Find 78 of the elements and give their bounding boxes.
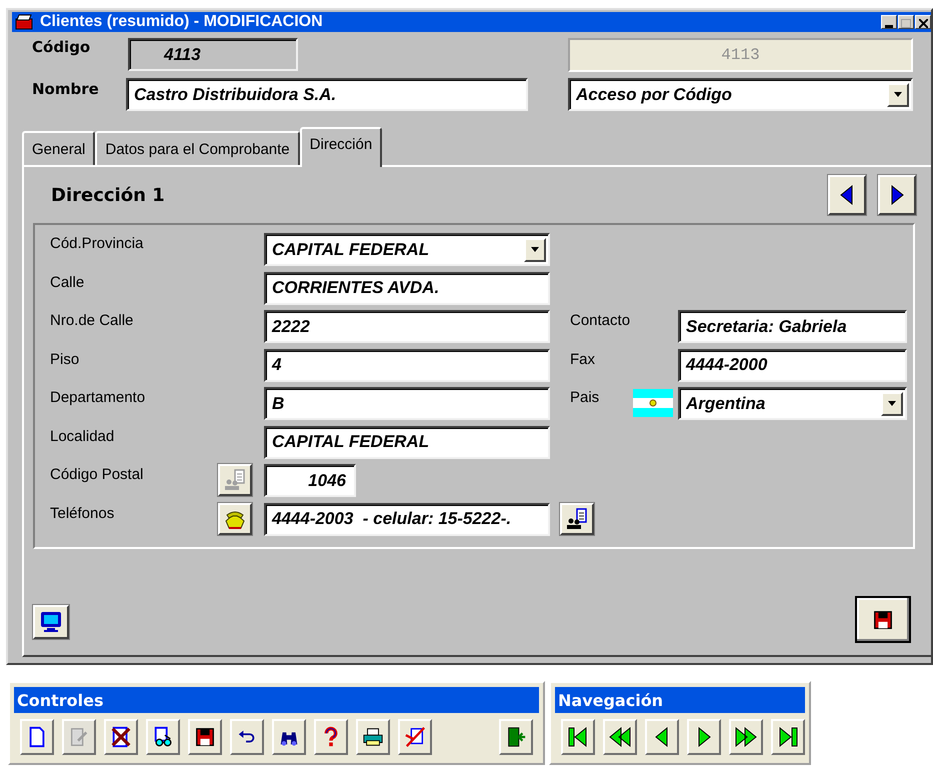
minimize-icon [885,25,893,28]
toolbar-button[interactable] [272,719,306,755]
cross-icon [110,726,132,748]
tab[interactable]: Datos para el Comprobante [95,131,300,165]
toolbar-button[interactable] [687,719,721,755]
people-document-icon [223,468,247,492]
previous-button[interactable] [828,175,866,215]
caret-icon [531,247,539,252]
double-right-arrow-icon [734,725,758,749]
field-label: Pais [570,388,600,408]
document-glasses-icon [152,726,174,748]
input-field[interactable]: 4444-2000 [678,348,907,382]
toolbar-button[interactable] [561,719,595,755]
input-field[interactable]: CORRIENTES AVDA. [264,272,550,304]
field-label: Código Postal [50,465,144,485]
field-label: Fax [570,350,596,370]
toolbar-button[interactable] [499,719,533,755]
input-field[interactable]: CAPITAL FEDERAL [264,426,550,458]
toolbar-button[interactable] [729,719,763,755]
toolbar-button[interactable] [398,719,432,755]
close-icon [918,19,928,28]
input-field[interactable]: B [264,387,550,420]
toolbar-button[interactable] [104,719,138,755]
caret-icon [888,401,896,406]
toolbar-button[interactable] [146,719,180,755]
field-label: Código [32,38,92,56]
field-label: Contacto [570,311,632,331]
pencil-document-icon [68,726,90,748]
field-label: Cód.Provincia [50,234,144,254]
caret-icon [894,92,902,97]
field-label: Teléfonos [50,504,116,524]
monitor-button[interactable] [33,605,69,639]
toolbar-button[interactable] [20,719,54,755]
lookup-button[interactable] [218,502,252,534]
input-field[interactable]: 4113 [128,38,298,71]
toolbar-title: Navegación [555,687,805,713]
lookup-button[interactable] [560,502,594,534]
crossed-document-icon [404,726,426,748]
next-button[interactable] [878,175,916,215]
dropdown-button[interactable] [881,392,903,416]
section-title: Dirección 1 [50,184,166,206]
dropdown[interactable]: Acceso por Código [568,78,913,111]
save-button[interactable] [855,596,911,643]
field-label: Piso [50,350,80,370]
input-field[interactable]: Castro Distribuidora S.A. [126,78,528,111]
double-left-arrow-icon [608,725,632,749]
dropdown-button[interactable] [524,238,546,262]
toolbar-button[interactable] [356,719,390,755]
field-label: Localidad [50,426,116,446]
toolbar-button[interactable] [230,719,264,755]
tab[interactable]: Dirección [300,127,382,167]
monitor-icon [39,610,63,634]
field-label: Departamento [50,388,146,408]
toolbar-button[interactable] [771,719,805,755]
field-label: Calle [50,272,86,292]
dropdown-button[interactable] [887,82,909,106]
dropdown[interactable]: Argentina [678,387,907,420]
toolbar-title: Controles [14,687,539,713]
toolbar-button[interactable] [603,719,637,755]
input-field[interactable]: Secretaria: Gabriela [678,310,907,343]
printer-icon [362,726,384,748]
input-field[interactable]: 4 [264,348,550,382]
door-arrow-icon [505,726,527,748]
dropdown[interactable]: CAPITAL FEDERAL [264,233,550,266]
field-label: Nombre [32,79,100,98]
input-field[interactable]: 2222 [264,310,550,343]
people-document-icon [565,506,589,530]
minimize-button[interactable] [881,15,897,29]
toolbar-button[interactable] [645,719,679,755]
close-button[interactable] [915,15,931,29]
maximize-icon [901,19,911,28]
field-label: Nro.de Calle [50,311,134,331]
input-field[interactable]: 4444-2003 - celular: 15-5222-. [264,502,550,536]
input-field[interactable]: 1046 [264,464,356,497]
toolbar-button[interactable] [188,719,222,755]
window-title: Clientes (resumido) - MODIFICACION [40,13,324,31]
maximize-button[interactable] [898,15,914,29]
tab[interactable]: General [22,131,96,165]
